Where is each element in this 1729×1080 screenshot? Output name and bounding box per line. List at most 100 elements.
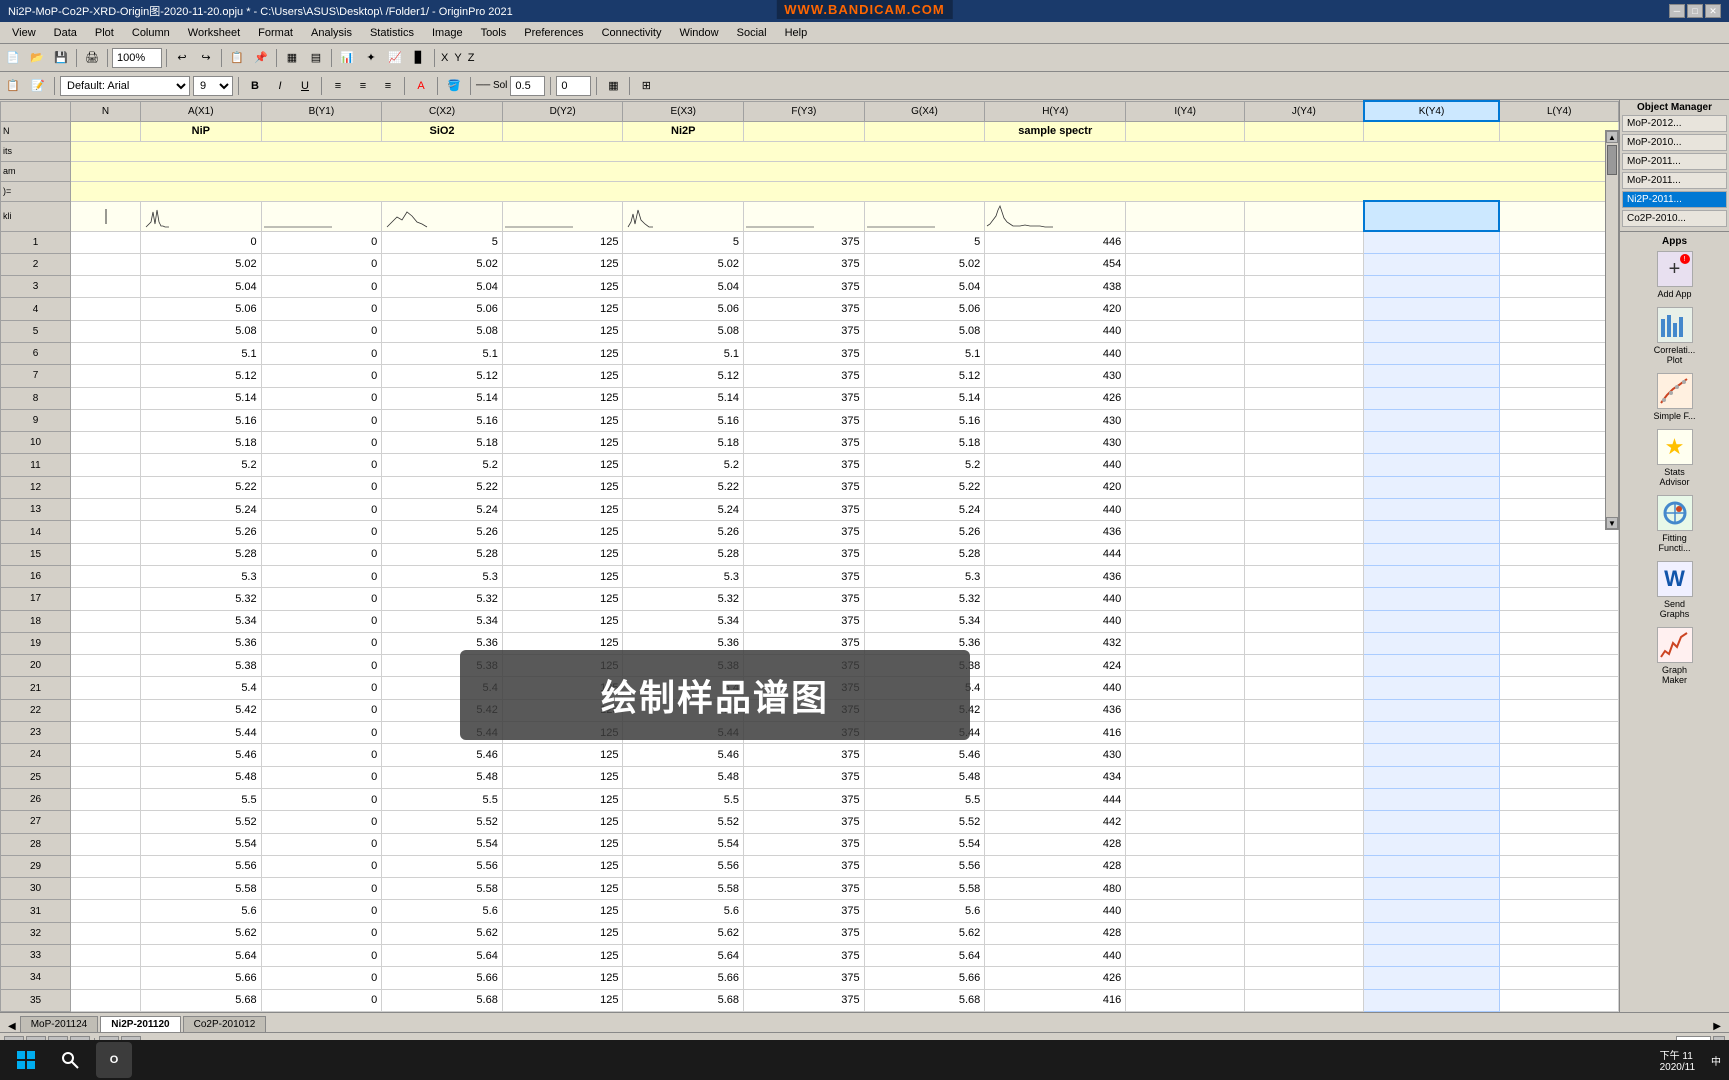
cell-j[interactable]	[1245, 632, 1364, 654]
cell-n[interactable]	[71, 900, 141, 922]
cell-j[interactable]	[1245, 833, 1364, 855]
cell-n[interactable]	[71, 320, 141, 342]
cell-l[interactable]	[1499, 788, 1618, 810]
cell-c[interactable]: 5.46	[382, 744, 503, 766]
menu-item-image[interactable]: Image	[424, 22, 471, 43]
cell-f[interactable]: 375	[744, 900, 865, 922]
cell-k[interactable]	[1364, 476, 1500, 498]
col-dy2-header[interactable]: D(Y2)	[502, 101, 623, 121]
cell-n[interactable]	[71, 922, 141, 944]
cell-a[interactable]: 5.08	[141, 320, 262, 342]
cell-e[interactable]: 5.54	[623, 833, 744, 855]
cell-h[interactable]: 442	[985, 811, 1126, 833]
cell-e[interactable]: 5.32	[623, 588, 744, 610]
cell-a[interactable]: 5.02	[141, 253, 262, 275]
cell-l[interactable]	[1499, 499, 1618, 521]
cell-g[interactable]: 5.18	[864, 432, 985, 454]
cell-i[interactable]	[1126, 744, 1245, 766]
cell-l[interactable]	[1499, 342, 1618, 364]
cell-n[interactable]	[71, 699, 141, 721]
align-right-button[interactable]: ≡	[377, 75, 399, 97]
cell-g[interactable]: 5.32	[864, 588, 985, 610]
nav-left-button[interactable]: ◀	[4, 1021, 20, 1032]
obj-item-2[interactable]: MoP-2010...	[1622, 134, 1727, 151]
cell-e[interactable]: 5.28	[623, 543, 744, 565]
cell-h[interactable]: 420	[985, 476, 1126, 498]
cell-f[interactable]: 375	[744, 365, 865, 387]
cell-b[interactable]: 0	[261, 833, 382, 855]
cell-j[interactable]	[1245, 699, 1364, 721]
obj-item-4[interactable]: MoP-2011...	[1622, 172, 1727, 189]
cell-k[interactable]	[1364, 744, 1500, 766]
cell-n[interactable]	[71, 989, 141, 1011]
cell-i[interactable]	[1126, 878, 1245, 900]
col-iy4-header[interactable]: I(Y4)	[1126, 101, 1245, 121]
cell-e[interactable]: 5.18	[623, 432, 744, 454]
cell-b[interactable]: 0	[261, 365, 382, 387]
maximize-button[interactable]: □	[1687, 4, 1703, 18]
cell-n[interactable]	[71, 855, 141, 877]
simple-fit-item[interactable]: Simple F...	[1624, 373, 1725, 421]
cell-e[interactable]: 5.02	[623, 253, 744, 275]
zoom-input[interactable]	[112, 48, 162, 68]
obj-item-co2p[interactable]: Co2P-2010...	[1622, 210, 1727, 227]
cell-g[interactable]: 5.24	[864, 499, 985, 521]
cell-k[interactable]	[1364, 231, 1500, 253]
cell-n[interactable]	[71, 231, 141, 253]
cell-d[interactable]: 125	[502, 387, 623, 409]
cell-k[interactable]	[1364, 365, 1500, 387]
cell-a[interactable]: 5.22	[141, 476, 262, 498]
cell-h[interactable]: 428	[985, 833, 1126, 855]
cell-a[interactable]: 5.66	[141, 967, 262, 989]
cell-k[interactable]	[1364, 922, 1500, 944]
cell-k[interactable]	[1364, 588, 1500, 610]
save-button[interactable]: 💾	[50, 47, 72, 69]
cell-d[interactable]: 125	[502, 342, 623, 364]
cell-h[interactable]: 430	[985, 365, 1126, 387]
cell-n[interactable]	[71, 409, 141, 431]
col-hy4-header[interactable]: H(Y4)	[985, 101, 1126, 121]
cell-g[interactable]: 5.52	[864, 811, 985, 833]
cell-l[interactable]	[1499, 811, 1618, 833]
cell-h[interactable]: 424	[985, 655, 1126, 677]
cell-h[interactable]: 420	[985, 298, 1126, 320]
cell-g[interactable]: 5.46	[864, 744, 985, 766]
cell-h[interactable]: 440	[985, 499, 1126, 521]
cell-g[interactable]: 5.28	[864, 543, 985, 565]
cell-h[interactable]: 440	[985, 320, 1126, 342]
cell-f[interactable]: 375	[744, 521, 865, 543]
cell-a[interactable]: 5.18	[141, 432, 262, 454]
cell-f[interactable]: 375	[744, 788, 865, 810]
cell-i[interactable]	[1126, 967, 1245, 989]
cell-d[interactable]: 125	[502, 432, 623, 454]
cell-c[interactable]: 5.52	[382, 811, 503, 833]
cell-h[interactable]: 480	[985, 878, 1126, 900]
cell-j[interactable]	[1245, 855, 1364, 877]
cell-b[interactable]: 0	[261, 855, 382, 877]
menu-item-data[interactable]: Data	[46, 22, 85, 43]
cell-e[interactable]: 5.06	[623, 298, 744, 320]
cell-l[interactable]	[1499, 989, 1618, 1011]
cell-a[interactable]: 5.3	[141, 565, 262, 587]
cell-k[interactable]	[1364, 454, 1500, 476]
cell-f[interactable]: 375	[744, 387, 865, 409]
cell-f[interactable]: 375	[744, 922, 865, 944]
menu-item-window[interactable]: Window	[671, 22, 726, 43]
menu-item-column[interactable]: Column	[124, 22, 178, 43]
cell-l[interactable]	[1499, 722, 1618, 744]
cell-n[interactable]	[71, 342, 141, 364]
cell-n[interactable]	[71, 610, 141, 632]
cell-d[interactable]: 125	[502, 499, 623, 521]
close-button[interactable]: ✕	[1705, 4, 1721, 18]
cell-f[interactable]: 375	[744, 499, 865, 521]
menu-item-preferences[interactable]: Preferences	[516, 22, 591, 43]
cell-j[interactable]	[1245, 365, 1364, 387]
cell-h[interactable]: 426	[985, 967, 1126, 989]
cell-j[interactable]	[1245, 276, 1364, 298]
cell-k[interactable]	[1364, 677, 1500, 699]
col-gx4-header[interactable]: G(X4)	[864, 101, 985, 121]
cell-e[interactable]: 5.26	[623, 521, 744, 543]
cell-d[interactable]: 125	[502, 744, 623, 766]
cell-a[interactable]: 5.56	[141, 855, 262, 877]
merge-button[interactable]: ⊞	[635, 75, 657, 97]
